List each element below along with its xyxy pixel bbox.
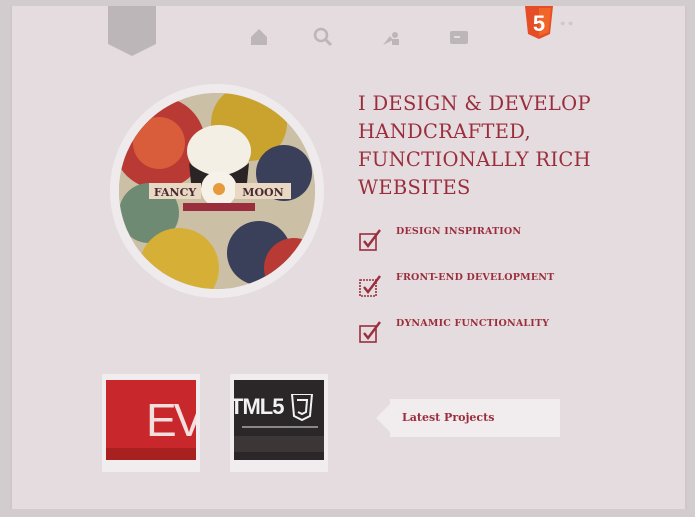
html5-shield-icon bbox=[290, 394, 314, 422]
logo-ribbon[interactable] bbox=[108, 6, 156, 56]
page-headline: I DESIGN & DEVELOP HANDCRAFTED, FUNCTION… bbox=[358, 92, 591, 199]
project-thumbnail-text: EV bbox=[146, 394, 196, 446]
avatar-frame: FANCY MOON bbox=[110, 84, 324, 298]
project-thumbnail-text: TML5 bbox=[234, 394, 284, 419]
html5-badge-text: 5 bbox=[533, 11, 545, 36]
thumbnail-subline bbox=[242, 426, 318, 428]
feature-item: DYNAMIC FUNCTIONALITY bbox=[358, 316, 658, 362]
thumbnail-bar bbox=[106, 448, 196, 460]
features-list: DESIGN INSPIRATION FRONT-END DEVELOPMENT… bbox=[358, 224, 658, 362]
thumbnail-stripe bbox=[234, 436, 324, 452]
home-icon[interactable] bbox=[248, 26, 270, 48]
top-nav: 5 ● ● bbox=[12, 6, 685, 62]
feature-title: DYNAMIC FUNCTIONALITY bbox=[396, 318, 550, 329]
about-icon[interactable] bbox=[380, 26, 402, 48]
feature-item: DESIGN INSPIRATION bbox=[358, 224, 658, 270]
checkbox-icon bbox=[359, 275, 381, 297]
project-thumbnail[interactable]: TML5 bbox=[230, 374, 328, 472]
feature-title: DESIGN INSPIRATION bbox=[396, 226, 522, 237]
project-thumbnail-image: TML5 bbox=[234, 380, 324, 460]
avatar-text-left: FANCY bbox=[154, 186, 197, 199]
contact-icon[interactable] bbox=[448, 26, 470, 48]
search-icon[interactable] bbox=[312, 26, 334, 48]
feature-title: FRONT-END DEVELOPMENT bbox=[396, 272, 555, 283]
avatar: FANCY MOON bbox=[119, 93, 315, 289]
decorative-dots: ● ● bbox=[560, 18, 574, 28]
html5-badge-icon: 5 bbox=[522, 6, 556, 40]
latest-projects-label[interactable]: Latest Projects bbox=[376, 399, 560, 437]
project-thumbnail[interactable]: EV bbox=[102, 374, 200, 472]
avatar-text-right: MOON bbox=[242, 186, 283, 199]
checkbox-icon bbox=[359, 229, 381, 251]
page-frame: 5 ● ● FANCY MOON I DESIGN & DEVELOP HAND… bbox=[10, 6, 687, 509]
project-thumbnail-image: EV bbox=[106, 380, 196, 460]
checkbox-icon bbox=[359, 321, 381, 343]
feature-item: FRONT-END DEVELOPMENT bbox=[358, 270, 658, 316]
